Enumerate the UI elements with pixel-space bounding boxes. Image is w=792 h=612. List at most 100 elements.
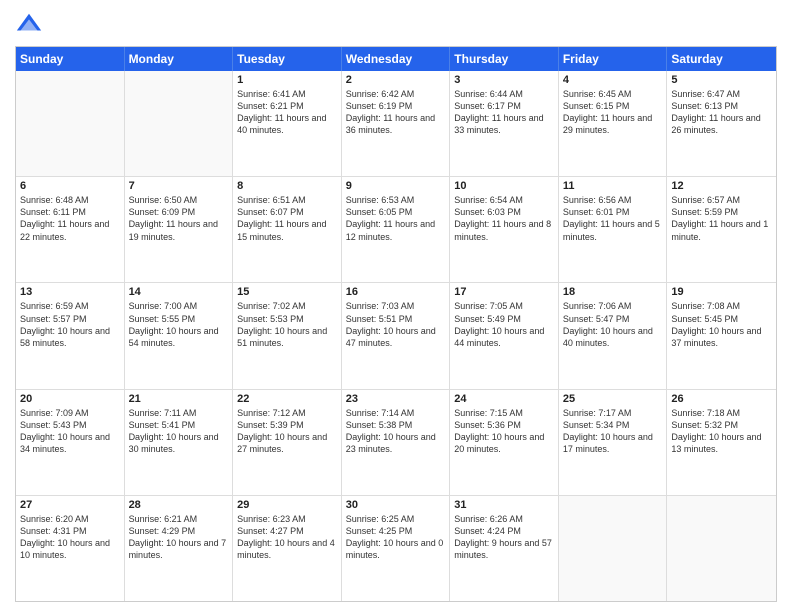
- calendar: SundayMondayTuesdayWednesdayThursdayFrid…: [15, 46, 777, 602]
- calendar-cell: 19 Sunrise: 7:08 AMSunset: 5:45 PMDayligh…: [667, 283, 776, 388]
- calendar-cell: 25 Sunrise: 7:17 AMSunset: 5:34 PMDayligh…: [559, 390, 668, 495]
- calendar-cell: 4 Sunrise: 6:45 AMSunset: 6:15 PMDaylight…: [559, 71, 668, 176]
- calendar-cell: 27 Sunrise: 6:20 AMSunset: 4:31 PMDayligh…: [16, 496, 125, 601]
- calendar-cell: 20 Sunrise: 7:09 AMSunset: 5:43 PMDayligh…: [16, 390, 125, 495]
- day-number: 10: [454, 180, 554, 192]
- calendar-cell: 12 Sunrise: 6:57 AMSunset: 5:59 PMDayligh…: [667, 177, 776, 282]
- cell-info: Sunrise: 7:18 AMSunset: 5:32 PMDaylight:…: [671, 407, 772, 456]
- calendar-cell: 5 Sunrise: 6:47 AMSunset: 6:13 PMDaylight…: [667, 71, 776, 176]
- day-number: 3: [454, 74, 554, 86]
- header-day-monday: Monday: [125, 47, 234, 71]
- calendar-body: 1 Sunrise: 6:41 AMSunset: 6:21 PMDaylight…: [16, 71, 776, 601]
- cell-info: Sunrise: 7:11 AMSunset: 5:41 PMDaylight:…: [129, 407, 229, 456]
- day-number: 24: [454, 393, 554, 405]
- calendar-cell: 24 Sunrise: 7:15 AMSunset: 5:36 PMDayligh…: [450, 390, 559, 495]
- day-number: 23: [346, 393, 446, 405]
- cell-info: Sunrise: 7:14 AMSunset: 5:38 PMDaylight:…: [346, 407, 446, 456]
- calendar-cell: 3 Sunrise: 6:44 AMSunset: 6:17 PMDaylight…: [450, 71, 559, 176]
- calendar-row-2: 6 Sunrise: 6:48 AMSunset: 6:11 PMDaylight…: [16, 176, 776, 282]
- day-number: 26: [671, 393, 772, 405]
- cell-info: Sunrise: 6:48 AMSunset: 6:11 PMDaylight:…: [20, 194, 120, 243]
- header-day-sunday: Sunday: [16, 47, 125, 71]
- calendar-cell: [559, 496, 668, 601]
- day-number: 27: [20, 499, 120, 511]
- header-day-wednesday: Wednesday: [342, 47, 451, 71]
- cell-info: Sunrise: 6:26 AMSunset: 4:24 PMDaylight:…: [454, 513, 554, 562]
- day-number: 8: [237, 180, 337, 192]
- cell-info: Sunrise: 6:42 AMSunset: 6:19 PMDaylight:…: [346, 88, 446, 137]
- day-number: 1: [237, 74, 337, 86]
- cell-info: Sunrise: 7:08 AMSunset: 5:45 PMDaylight:…: [671, 300, 772, 349]
- calendar-cell: 13 Sunrise: 6:59 AMSunset: 5:57 PMDayligh…: [16, 283, 125, 388]
- day-number: 4: [563, 74, 663, 86]
- calendar-header: SundayMondayTuesdayWednesdayThursdayFrid…: [16, 47, 776, 71]
- cell-info: Sunrise: 7:15 AMSunset: 5:36 PMDaylight:…: [454, 407, 554, 456]
- day-number: 2: [346, 74, 446, 86]
- calendar-row-1: 1 Sunrise: 6:41 AMSunset: 6:21 PMDaylight…: [16, 71, 776, 176]
- day-number: 30: [346, 499, 446, 511]
- cell-info: Sunrise: 7:06 AMSunset: 5:47 PMDaylight:…: [563, 300, 663, 349]
- calendar-row-5: 27 Sunrise: 6:20 AMSunset: 4:31 PMDayligh…: [16, 495, 776, 601]
- cell-info: Sunrise: 6:50 AMSunset: 6:09 PMDaylight:…: [129, 194, 229, 243]
- cell-info: Sunrise: 7:03 AMSunset: 5:51 PMDaylight:…: [346, 300, 446, 349]
- calendar-cell: 26 Sunrise: 7:18 AMSunset: 5:32 PMDayligh…: [667, 390, 776, 495]
- calendar-cell: 23 Sunrise: 7:14 AMSunset: 5:38 PMDayligh…: [342, 390, 451, 495]
- day-number: 20: [20, 393, 120, 405]
- calendar-cell: 2 Sunrise: 6:42 AMSunset: 6:19 PMDaylight…: [342, 71, 451, 176]
- cell-info: Sunrise: 6:56 AMSunset: 6:01 PMDaylight:…: [563, 194, 663, 243]
- calendar-cell: 1 Sunrise: 6:41 AMSunset: 6:21 PMDaylight…: [233, 71, 342, 176]
- cell-info: Sunrise: 6:59 AMSunset: 5:57 PMDaylight:…: [20, 300, 120, 349]
- calendar-cell: 28 Sunrise: 6:21 AMSunset: 4:29 PMDayligh…: [125, 496, 234, 601]
- day-number: 7: [129, 180, 229, 192]
- page: SundayMondayTuesdayWednesdayThursdayFrid…: [0, 0, 792, 612]
- cell-info: Sunrise: 6:53 AMSunset: 6:05 PMDaylight:…: [346, 194, 446, 243]
- day-number: 19: [671, 286, 772, 298]
- cell-info: Sunrise: 7:00 AMSunset: 5:55 PMDaylight:…: [129, 300, 229, 349]
- cell-info: Sunrise: 7:09 AMSunset: 5:43 PMDaylight:…: [20, 407, 120, 456]
- cell-info: Sunrise: 6:45 AMSunset: 6:15 PMDaylight:…: [563, 88, 663, 137]
- day-number: 16: [346, 286, 446, 298]
- calendar-cell: 6 Sunrise: 6:48 AMSunset: 6:11 PMDaylight…: [16, 177, 125, 282]
- day-number: 25: [563, 393, 663, 405]
- calendar-cell: 31 Sunrise: 6:26 AMSunset: 4:24 PMDayligh…: [450, 496, 559, 601]
- calendar-row-4: 20 Sunrise: 7:09 AMSunset: 5:43 PMDayligh…: [16, 389, 776, 495]
- logo-icon: [15, 10, 43, 38]
- header-day-friday: Friday: [559, 47, 668, 71]
- calendar-cell: 15Sunrise: 7:02 AMSunset: 5:53 PMDayligh…: [233, 283, 342, 388]
- calendar-row-3: 13 Sunrise: 6:59 AMSunset: 5:57 PMDayligh…: [16, 282, 776, 388]
- cell-info: Sunrise: 6:21 AMSunset: 4:29 PMDaylight:…: [129, 513, 229, 562]
- cell-info: Sunrise: 6:57 AMSunset: 5:59 PMDaylight:…: [671, 194, 772, 243]
- cell-info: Sunrise: 6:44 AMSunset: 6:17 PMDaylight:…: [454, 88, 554, 137]
- cell-info: Sunrise: 6:51 AMSunset: 6:07 PMDaylight:…: [237, 194, 337, 243]
- day-number: 5: [671, 74, 772, 86]
- day-number: 12: [671, 180, 772, 192]
- day-number: 21: [129, 393, 229, 405]
- cell-info: Sunrise: 6:25 AMSunset: 4:25 PMDaylight:…: [346, 513, 446, 562]
- cell-info: Sunrise: 6:20 AMSunset: 4:31 PMDaylight:…: [20, 513, 120, 562]
- logo: [15, 10, 47, 38]
- day-number: 6: [20, 180, 120, 192]
- calendar-cell: 11Sunrise: 6:56 AMSunset: 6:01 PMDayligh…: [559, 177, 668, 282]
- day-number: 28: [129, 499, 229, 511]
- header-day-tuesday: Tuesday: [233, 47, 342, 71]
- header: [15, 10, 777, 38]
- cell-info: Sunrise: 6:41 AMSunset: 6:21 PMDaylight:…: [237, 88, 337, 137]
- day-number: 9: [346, 180, 446, 192]
- calendar-cell: 18 Sunrise: 7:06 AMSunset: 5:47 PMDayligh…: [559, 283, 668, 388]
- day-number: 13: [20, 286, 120, 298]
- day-number: 17: [454, 286, 554, 298]
- cell-info: Sunrise: 6:23 AMSunset: 4:27 PMDaylight:…: [237, 513, 337, 562]
- calendar-cell: [667, 496, 776, 601]
- cell-info: Sunrise: 7:17 AMSunset: 5:34 PMDaylight:…: [563, 407, 663, 456]
- header-day-saturday: Saturday: [667, 47, 776, 71]
- day-number: 31: [454, 499, 554, 511]
- cell-info: Sunrise: 7:02 AMSunset: 5:53 PMDaylight:…: [237, 300, 337, 349]
- calendar-cell: [16, 71, 125, 176]
- calendar-cell: 29Sunrise: 6:23 AMSunset: 4:27 PMDayligh…: [233, 496, 342, 601]
- day-number: 18: [563, 286, 663, 298]
- calendar-cell: 8 Sunrise: 6:51 AMSunset: 6:07 PMDaylight…: [233, 177, 342, 282]
- cell-info: Sunrise: 6:47 AMSunset: 6:13 PMDaylight:…: [671, 88, 772, 137]
- calendar-cell: [125, 71, 234, 176]
- calendar-cell: 21 Sunrise: 7:11 AMSunset: 5:41 PMDayligh…: [125, 390, 234, 495]
- calendar-cell: 14Sunrise: 7:00 AMSunset: 5:55 PMDayligh…: [125, 283, 234, 388]
